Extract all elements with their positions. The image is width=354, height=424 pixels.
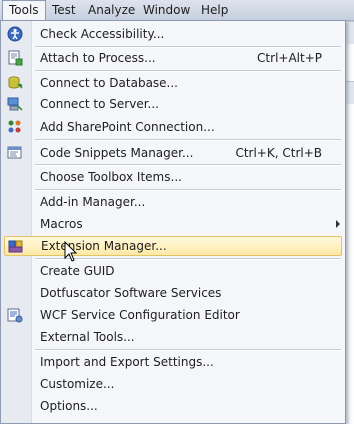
menu-item-connect-to-server[interactable]: Connect to Server...: [4, 94, 342, 114]
server-icon: [7, 97, 23, 111]
menu-tools[interactable]: Tools: [2, 0, 46, 21]
accessibility-icon: [7, 26, 23, 42]
menu-separator: [35, 70, 341, 72]
menu-item-label: Dotfuscator Software Services: [40, 286, 222, 300]
mouse-pointer-icon: [64, 241, 78, 262]
submenu-arrow-icon: [336, 220, 340, 228]
menu-item-label: Connect to Database...: [40, 76, 178, 90]
menu-item-customize[interactable]: Customize...: [4, 374, 342, 394]
menu-item-add-sharepoint-connection[interactable]: Add SharePoint Connection...: [4, 117, 342, 137]
menu-item-label: Add-in Manager...: [40, 195, 146, 209]
menu-item-create-guid[interactable]: Create GUID: [4, 261, 342, 281]
menu-separator: [35, 139, 341, 141]
menu-separator: [35, 164, 341, 166]
menu-item-attach-to-process[interactable]: Attach to Process... Ctrl+Alt+P: [4, 48, 342, 68]
menu-item-label: WCF Service Configuration Editor: [40, 308, 240, 322]
extension-manager-icon: [8, 240, 23, 253]
menu-separator: [35, 258, 341, 260]
menu-item-dotfuscator[interactable]: Dotfuscator Software Services: [4, 283, 342, 303]
menu-item-label: Attach to Process...: [40, 51, 156, 65]
menu-item-label: Check Accessibility...: [40, 27, 165, 41]
menu-test[interactable]: Test: [46, 0, 82, 20]
menu-item-add-in-manager[interactable]: Add-in Manager...: [4, 192, 342, 212]
wcf-config-icon: [7, 308, 23, 323]
menu-item-shortcut: Ctrl+K, Ctrl+B: [235, 146, 322, 160]
menu-item-label: Options...: [40, 399, 98, 413]
sharepoint-icon: [8, 120, 21, 133]
menu-separator: [35, 349, 341, 351]
menu-item-code-snippets-manager[interactable]: Code Snippets Manager... Ctrl+K, Ctrl+B: [4, 143, 342, 163]
menu-item-label: Add SharePoint Connection...: [40, 120, 215, 134]
menu-item-label: Import and Export Settings...: [40, 355, 214, 369]
menu-item-label: Choose Toolbox Items...: [40, 170, 182, 184]
menu-item-check-accessibility[interactable]: Check Accessibility...: [4, 24, 342, 44]
background-editor-edge: [346, 21, 354, 424]
tools-menu-dropdown: Check Accessibility... Attach to Process…: [0, 20, 346, 424]
menu-window[interactable]: Window: [137, 0, 196, 20]
menu-item-label: Extension Manager...: [41, 239, 167, 253]
menu-item-wcf-service-configuration-editor[interactable]: WCF Service Configuration Editor: [4, 305, 342, 325]
menu-item-connect-to-database[interactable]: Connect to Database...: [4, 73, 342, 93]
menu-item-options[interactable]: Options...: [4, 396, 342, 416]
snippets-icon: [7, 146, 22, 159]
menu-item-label: Create GUID: [40, 264, 115, 278]
menu-help[interactable]: Help: [195, 0, 234, 20]
menu-item-import-export-settings[interactable]: Import and Export Settings...: [4, 352, 342, 372]
menu-bar: Tools Test Analyze Window Help: [0, 0, 354, 21]
menu-separator: [35, 189, 341, 191]
database-icon: [8, 76, 23, 89]
menu-item-label: Customize...: [40, 377, 115, 391]
menu-item-external-tools[interactable]: External Tools...: [4, 327, 342, 347]
menu-item-label: Connect to Server...: [40, 97, 159, 111]
menu-item-label: Code Snippets Manager...: [40, 146, 194, 160]
menu-item-label: Macros: [40, 217, 83, 231]
menu-analyze[interactable]: Analyze: [82, 0, 141, 20]
menu-item-extension-manager[interactable]: Extension Manager...: [4, 236, 342, 256]
menu-item-choose-toolbox-items[interactable]: Choose Toolbox Items...: [4, 167, 342, 187]
menu-item-label: External Tools...: [40, 330, 135, 344]
attach-process-icon: [8, 50, 23, 66]
menu-item-shortcut: Ctrl+Alt+P: [257, 51, 322, 65]
menu-item-macros[interactable]: Macros: [4, 214, 342, 234]
